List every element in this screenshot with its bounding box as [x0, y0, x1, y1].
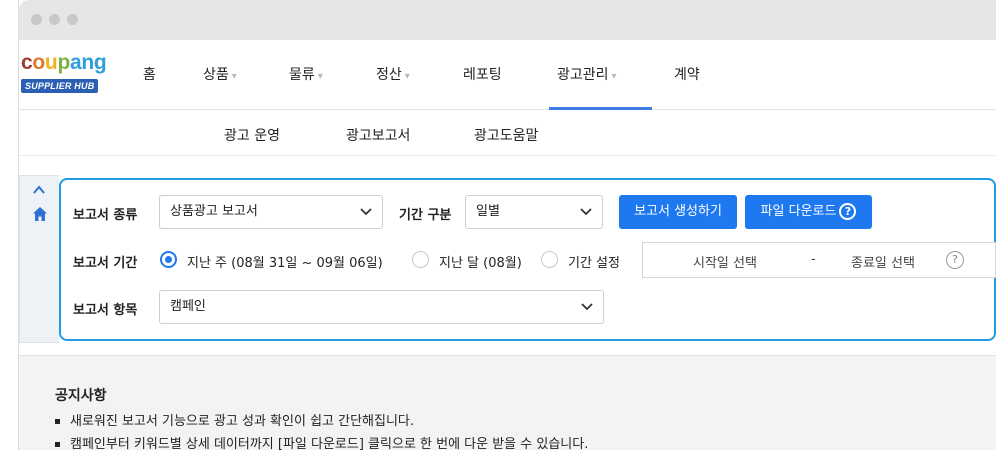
report-items-value: 캠페인 [170, 299, 206, 314]
notice-title: 공지사항 [55, 388, 107, 404]
chevron-down-icon [360, 208, 372, 216]
notice-item: 새로워진 보고서 기능으로 광고 성과 확인이 쉽고 간단해집니다. [55, 410, 414, 429]
logo-badge: SUPPLIER HUB [21, 79, 99, 93]
nav-item-reporting[interactable]: 레포팅 [463, 64, 502, 84]
chevron-down-icon: ▾ [231, 71, 237, 82]
chevron-down-icon: ▾ [404, 71, 410, 82]
logo-letter: p [57, 51, 70, 74]
nav-item-label: 정산 [376, 67, 402, 83]
logo-letter: n [81, 51, 94, 74]
date-range-separator: - [811, 252, 816, 267]
chevron-down-icon: ▾ [611, 71, 617, 82]
subnav-item-ad-operation[interactable]: 광고 운영 [224, 125, 280, 145]
nav-item-label: 레포팅 [463, 67, 502, 83]
radio-last-month-label[interactable]: 지난 달 (08월) [439, 252, 522, 271]
report-type-select[interactable]: 상품광고 보고서 [159, 195, 383, 229]
subnav-item-ad-help[interactable]: 광고도움말 [474, 125, 538, 145]
nav-item-contract[interactable]: 계약 [674, 64, 700, 84]
file-download-button[interactable]: 파일 다운로드? [745, 195, 872, 229]
end-date-input[interactable]: 종료일 선택 [851, 252, 915, 271]
nav-active-indicator [549, 107, 652, 110]
coupang-logo[interactable]: coupang SUPPLIER HUB [21, 52, 111, 93]
logo-letter: u [44, 51, 58, 74]
browser-window: coupang SUPPLIER HUB 홈 상품 ▾ 물류 ▾ 정산 ▾ 레포팅 광… [18, 0, 996, 450]
chevron-down-icon: ▾ [317, 71, 323, 82]
radio-custom-period-label[interactable]: 기간 설정 [568, 252, 620, 271]
chevron-down-icon [581, 303, 593, 311]
chevron-up-icon[interactable] [32, 184, 46, 196]
report-type-label: 보고서 종류 [73, 208, 138, 223]
window-close-dot[interactable] [31, 14, 42, 25]
window-titlebar [19, 0, 996, 40]
radio-custom-period[interactable] [541, 251, 558, 268]
report-type-value: 상품광고 보고서 [170, 204, 258, 219]
logo-letter: c [21, 51, 33, 74]
panel-side-strip [19, 175, 59, 343]
nav-item-settlement[interactable]: 정산 ▾ [376, 64, 410, 84]
help-icon[interactable]: ? [946, 251, 964, 269]
period-type-label: 기간 구분 [399, 208, 452, 223]
window-zoom-dot[interactable] [67, 14, 78, 25]
logo-letter: g [93, 51, 107, 74]
report-items-label: 보고서 항목 [73, 303, 138, 318]
period-type-value: 일별 [476, 204, 500, 219]
report-items-select[interactable]: 캠페인 [159, 290, 604, 324]
report-period-label: 보고서 기간 [73, 256, 138, 271]
radio-last-week[interactable] [160, 251, 177, 268]
radio-last-month[interactable] [412, 251, 429, 268]
sub-navigation: 광고 운영 광고보고서 광고도움말 [19, 111, 996, 156]
logo-wordmark: coupang [21, 52, 111, 74]
subnav-item-ad-report[interactable]: 광고보고서 [346, 125, 410, 145]
notice-item: 캠페인부터 키워드별 상세 데이터까지 [파일 다운로드] 클릭으로 한 번에 … [55, 433, 588, 450]
home-icon[interactable] [32, 206, 48, 222]
nav-item-ad-management[interactable]: 광고관리 ▾ [557, 64, 617, 84]
logo-letter: o [32, 51, 45, 74]
nav-item-label: 홈 [143, 67, 156, 83]
logo-letter: a [69, 51, 82, 74]
nav-item-products[interactable]: 상품 ▾ [203, 64, 237, 84]
nav-item-label: 상품 [203, 67, 229, 83]
chevron-down-icon [580, 208, 592, 216]
nav-item-home[interactable]: 홈 [143, 64, 156, 84]
period-type-select[interactable]: 일별 [465, 195, 603, 229]
start-date-input[interactable]: 시작일 선택 [693, 252, 757, 271]
nav-item-label: 물류 [289, 67, 315, 83]
global-navigation: coupang SUPPLIER HUB 홈 상품 ▾ 물류 ▾ 정산 ▾ 레포팅 광… [19, 40, 996, 110]
report-search-panel: 보고서 종류 상품광고 보고서 기간 구분 일별 보고서 생성하기 파일 다운로… [59, 178, 996, 341]
nav-item-logistics[interactable]: 물류 ▾ [289, 64, 323, 84]
date-range-picker: 시작일 선택 - 종료일 선택 ? [642, 242, 996, 278]
create-report-button[interactable]: 보고서 생성하기 [619, 195, 737, 229]
help-icon: ? [839, 203, 857, 220]
notice-section: 공지사항 새로워진 보고서 기능으로 광고 성과 확인이 쉽고 간단해집니다. … [19, 355, 996, 450]
nav-item-label: 광고관리 [557, 67, 609, 83]
nav-item-label: 계약 [674, 67, 700, 83]
download-button-label: 파일 다운로드 [760, 204, 837, 219]
window-minimize-dot[interactable] [49, 14, 60, 25]
radio-last-week-label[interactable]: 지난 주 (08월 31일 ~ 09월 06일) [187, 252, 383, 271]
